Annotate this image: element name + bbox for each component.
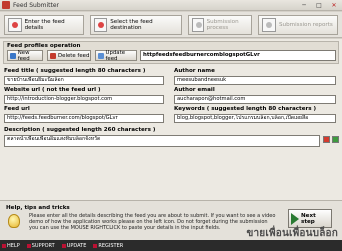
lightbulb-icon[interactable] xyxy=(8,214,20,228)
status-bar: HELP SUPPORT UPDATE REGISTER xyxy=(0,240,342,251)
feed-profiles-group: Feed profiles operation New feed Delete … xyxy=(3,41,339,64)
feed-url-label: Feed url xyxy=(4,106,30,112)
update-feed-icon xyxy=(98,52,104,59)
step-label: Submission process xyxy=(206,19,239,31)
register-link-label: REGISTER xyxy=(98,242,124,249)
maximize-icon[interactable]: □ xyxy=(313,1,325,10)
clear-description-icon[interactable] xyxy=(323,136,330,143)
step-label: Enter the feed details xyxy=(24,19,65,31)
website-url-input[interactable]: http://introduction-blogger.blogspot.com xyxy=(4,95,164,104)
window-controls: ─ □ ✕ xyxy=(298,1,340,10)
support-link[interactable]: SUPPORT xyxy=(26,242,55,249)
title-bar: Feed Submitter ─ □ ✕ xyxy=(0,0,342,11)
watermark-text: ขายเพื่อนเพื่อนบล็อก xyxy=(246,228,338,239)
step-submission-process[interactable]: Submission process xyxy=(188,15,252,35)
step-icon xyxy=(94,18,108,32)
window-title: Feed Submitter xyxy=(13,1,60,9)
help-link-label: HELP xyxy=(7,242,20,249)
author-email-label: Author email xyxy=(174,87,215,93)
feed-title-input[interactable]: ขายบ้านเพื่อนยิมะนิ่มล็อก xyxy=(4,76,164,85)
update-link-icon xyxy=(61,243,66,248)
help-link[interactable]: HELP xyxy=(2,243,20,249)
author-name-input[interactable]: meesubandneesuk xyxy=(174,76,336,85)
wizard-steps: Enter the feed details Select the feed d… xyxy=(0,12,342,38)
step-select-destination[interactable]: Select the feed destination xyxy=(90,15,182,35)
author-email-input[interactable]: aucharapon@hotmail.com xyxy=(174,95,336,104)
description-label: Description ( suggested length 260 chara… xyxy=(4,127,156,133)
step-enter-feed-details[interactable]: Enter the feed details xyxy=(4,15,84,35)
support-link-label: SUPPORT xyxy=(31,242,55,249)
profiles-header: Feed profiles operation xyxy=(7,43,81,49)
delete-feed-icon xyxy=(50,52,56,59)
next-arrow-icon xyxy=(291,212,299,225)
delete-feed-button[interactable]: Delete feed xyxy=(47,50,91,61)
update-feed-label: Update feed xyxy=(105,49,126,62)
step-icon xyxy=(192,18,204,32)
register-link[interactable]: REGISTER xyxy=(93,243,123,249)
close-icon[interactable]: ✕ xyxy=(328,1,340,10)
keywords-input[interactable]: blog,blogspot,blogger,โปรแกรมบล็อก,บล็อก… xyxy=(174,114,336,123)
new-feed-button[interactable]: New feed xyxy=(7,49,43,62)
feed-url-input[interactable]: http://feeds.feedburner.com/blogspot/GLv… xyxy=(4,114,164,123)
description-input[interactable]: ตลาดน้ำเพื่อนเพื่อนอิ่มแสงทีมบล็อกจังหวั… xyxy=(4,135,320,147)
step-icon xyxy=(8,18,22,32)
feed-title-label: Feed title ( suggested length 80 charact… xyxy=(4,68,146,74)
minimize-icon[interactable]: ─ xyxy=(298,1,310,10)
help-header: Help, tips and tricks xyxy=(6,205,70,211)
update-feed-button[interactable]: Update feed xyxy=(95,49,137,62)
step-submission-reports[interactable]: Submission reports xyxy=(258,15,338,35)
new-feed-label: New feed xyxy=(17,49,30,62)
keywords-label: Keywords ( suggested length 80 character… xyxy=(174,106,317,112)
help-text: Please enter all the details describing … xyxy=(29,213,276,231)
step-icon xyxy=(262,18,276,32)
add-description-icon[interactable] xyxy=(332,136,339,143)
next-step-label: Next step xyxy=(301,212,316,225)
update-link[interactable]: UPDATE xyxy=(61,242,87,249)
update-link-label: UPDATE xyxy=(66,242,87,249)
help-link-icon xyxy=(2,243,6,248)
register-link-icon xyxy=(93,243,98,248)
description-tools xyxy=(323,136,339,143)
feed-profile-select[interactable]: httpfeedsfeedburnercomblogspotGLvr xyxy=(140,50,336,61)
step-label: Submission reports xyxy=(279,22,333,28)
feed-details-panel: Feed profiles operation New feed Delete … xyxy=(0,39,342,200)
author-name-label: Author name xyxy=(174,68,215,74)
support-link-icon xyxy=(26,243,31,248)
website-url-label: Website url ( not the feed url ) xyxy=(4,87,101,93)
step-label: Select the feed destination xyxy=(110,19,153,31)
delete-feed-label: Delete feed xyxy=(58,52,90,59)
app-icon xyxy=(2,1,10,9)
new-feed-icon xyxy=(10,52,16,59)
